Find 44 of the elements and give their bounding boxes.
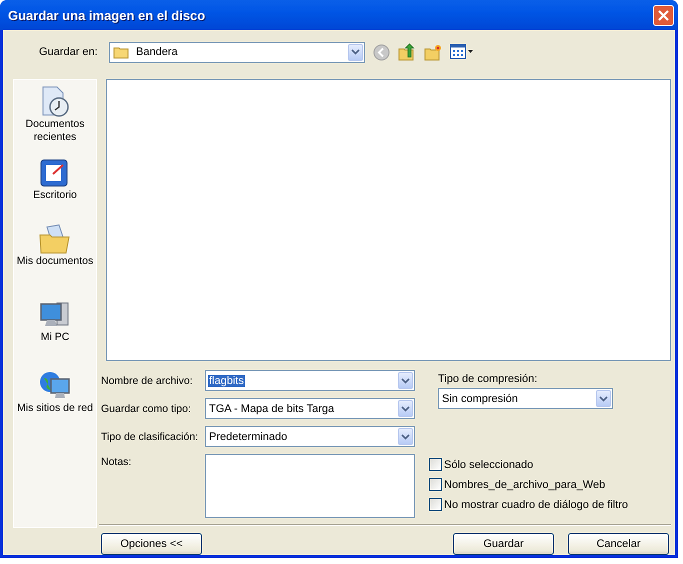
checkbox[interactable] bbox=[429, 498, 442, 511]
checkbox-label[interactable]: Sólo seleccionado bbox=[444, 458, 534, 470]
dropdown-field[interactable]: TGA - Mapa de bits Targa bbox=[205, 398, 415, 419]
chevron-down-icon[interactable] bbox=[401, 406, 410, 412]
save-in-label: Guardar en: bbox=[39, 46, 99, 58]
dropdown-field[interactable]: flagbits bbox=[205, 370, 415, 391]
field-label: Tipo de clasificación: bbox=[101, 430, 200, 442]
up-folder-icon[interactable] bbox=[398, 43, 416, 61]
place-label[interactable]: Mis sitios de red bbox=[17, 402, 93, 415]
checkbox-label[interactable]: No mostrar cuadro de diálogo de filtro bbox=[444, 498, 628, 510]
checkbox[interactable] bbox=[429, 478, 442, 491]
view-menu-icon[interactable] bbox=[450, 44, 474, 60]
chevron-down-icon[interactable] bbox=[401, 378, 410, 384]
chevron-down-icon[interactable] bbox=[599, 396, 608, 402]
dropdown-button[interactable] bbox=[348, 44, 363, 60]
compression-label: Tipo de compresión: bbox=[438, 373, 538, 385]
notes-field[interactable] bbox=[205, 454, 415, 518]
dropdown-button[interactable] bbox=[398, 400, 413, 417]
chevron-down-icon[interactable] bbox=[401, 434, 410, 440]
dropdown-button[interactable] bbox=[398, 428, 413, 445]
chevron-down-icon[interactable] bbox=[351, 49, 360, 55]
compression-dropdown[interactable]: Sin compresión bbox=[438, 388, 613, 409]
close-button[interactable] bbox=[653, 4, 674, 26]
place-label[interactable]: Mi PC bbox=[40, 331, 70, 344]
notes-label: Notas: bbox=[101, 456, 132, 468]
close-icon[interactable] bbox=[657, 8, 670, 22]
place-label[interactable]: Documentos recientes bbox=[20, 118, 90, 144]
place-label[interactable]: Mis documentos bbox=[16, 255, 94, 268]
save-in-dropdown[interactable]: Bandera bbox=[109, 42, 365, 62]
documents-folder-icon[interactable] bbox=[38, 223, 71, 255]
folder-icon bbox=[113, 46, 129, 58]
field-label: Guardar como tipo: bbox=[101, 402, 192, 414]
options-button[interactable]: Opciones << bbox=[101, 533, 202, 555]
back-icon[interactable] bbox=[373, 44, 390, 60]
dropdown-button[interactable] bbox=[596, 390, 611, 407]
window-title: Guardar una imagen en el disco bbox=[7, 8, 206, 22]
field-label: Nombre de archivo: bbox=[101, 374, 194, 386]
checkbox-label[interactable]: Nombres_de_archivo_para_Web bbox=[444, 478, 606, 490]
dialog-button[interactable]: Cancelar bbox=[568, 533, 669, 555]
dialog-button[interactable]: Guardar bbox=[453, 533, 554, 555]
checkbox[interactable] bbox=[429, 458, 442, 471]
place-label[interactable]: Escritorio bbox=[33, 189, 77, 202]
dropdown-field[interactable]: Predeterminado bbox=[205, 426, 415, 447]
dropdown-button[interactable] bbox=[398, 372, 413, 389]
